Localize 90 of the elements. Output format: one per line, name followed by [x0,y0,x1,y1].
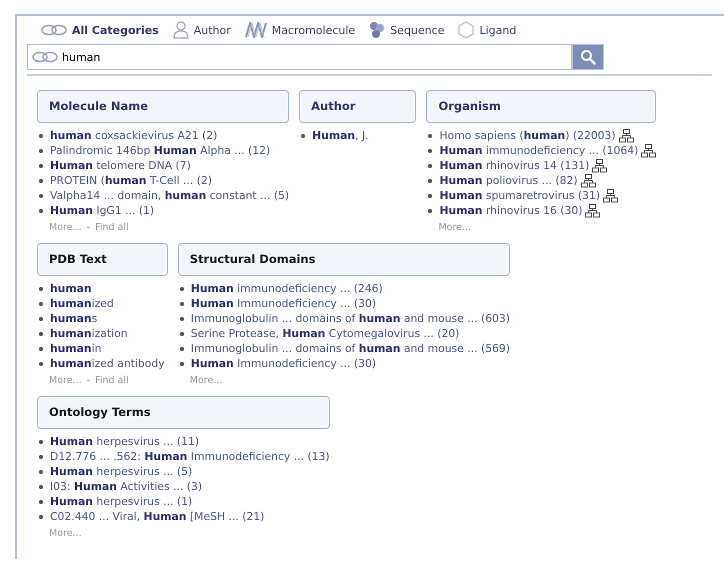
result-link[interactable]: Valpha14 ... domain, human constant ... (5) [50,188,290,203]
tree-icon[interactable] [592,158,608,172]
hexagon-icon [458,21,474,39]
section-header: Author [299,90,416,123]
category-tab[interactable]: Macromolecule [244,22,356,38]
result-link[interactable]: Human herpesvirus ... (5) [50,464,192,479]
section-header: Structural Domains [178,243,510,276]
result-link[interactable]: Serine Protease, Human Cytomegalovirus ... (20) [190,326,460,341]
result-link[interactable]: human [50,281,92,296]
bullet-icon [428,164,432,168]
bullet-icon [301,134,306,138]
section-header: PDB Text [37,243,168,276]
rings-icon [41,24,67,36]
person-icon [172,21,189,39]
category-tab[interactable]: Ligand [458,21,516,39]
bullet-icon [39,208,43,212]
search-icon [580,49,596,65]
bullet-icon [39,346,43,350]
bullet-icon [39,514,43,518]
bullet-icon [428,208,432,212]
search-field[interactable]: human [27,44,572,70]
result-link[interactable]: Human Immunodeficiency ... (30) [190,296,376,311]
bullet-icon [39,178,43,182]
bullet-icon [39,470,43,474]
result-link[interactable]: humanized antibody [50,356,165,371]
bullet-icon [180,316,184,320]
result-link[interactable]: Human herpesvirus ... (11) [50,434,200,449]
bullet-icon [39,500,43,504]
bullet-icon [428,194,432,198]
result-link[interactable]: humanin [50,341,102,356]
result-link[interactable]: PROTEIN (human T-Cell ... (2) [50,173,212,188]
result-link[interactable]: Human rhinovirus 16 (30) [439,203,582,218]
category-tab[interactable]: Sequence [369,21,444,39]
bullet-icon [39,148,43,152]
section-header: Molecule Name [37,90,290,123]
result-link[interactable]: Human immunodeficiency ... (1064) [439,143,638,158]
rings-icon [32,51,58,63]
result-link[interactable]: Human herpesvirus ... (1) [50,494,192,509]
beads-icon [369,21,386,39]
tree-icon[interactable] [603,188,618,202]
bullet-icon [39,440,43,444]
bullet-icon [180,362,184,366]
result-link[interactable]: Human spumaretrovirus (31) [439,188,600,203]
bullet-icon [39,134,43,138]
result-link[interactable]: Human, J. [312,128,369,143]
bullet-icon [39,302,43,306]
result-link[interactable]: Immunoglobulin ... domains of human and mouse ... (569) [190,341,510,356]
bullet-icon [39,316,43,320]
separator: - [86,375,90,386]
result-link[interactable]: Human IgG1 ... (1) [50,203,154,218]
bullet-icon [428,178,432,182]
section-header: Ontology Terms [37,396,330,429]
result-link[interactable]: humanized [50,296,114,311]
result-link[interactable]: D12.776 ... .562: Human Immunodeficiency ... (13) [50,449,330,464]
tree-icon[interactable] [585,204,600,218]
search-button[interactable] [572,44,604,70]
tree-icon[interactable] [641,144,656,158]
result-link[interactable]: Human immunodeficiency ... (246) [190,281,383,296]
result-link[interactable]: Homo sapiens (human) (22003) [439,128,616,143]
result-link[interactable]: Human rhinovirus 14 (131) [439,158,590,173]
bullet-icon [39,194,43,198]
category-tab[interactable]: All Categories [41,24,159,36]
bullet-icon [180,346,184,350]
tree-icon[interactable] [618,128,634,142]
tree-icon[interactable] [580,174,596,188]
bullet-icon [180,286,184,290]
result-link[interactable]: humanization [50,326,128,341]
bullet-icon [180,302,184,306]
result-link[interactable]: Immunoglobulin ... domains of human and mouse ... (603) [190,311,510,326]
result-link[interactable]: C02.440 ... Viral, Human [MeSH ... (21) [50,509,264,524]
category-tab[interactable]: Author [172,21,231,39]
section-header: Organism [426,90,656,123]
result-link[interactable]: human coxsackievirus A21 (2) [50,128,218,143]
bullet-icon [39,454,43,458]
result-link[interactable]: humans [50,311,98,326]
bullet-icon [39,332,43,336]
result-link[interactable]: Human Immunodeficiency ... (30) [190,356,376,371]
bullet-icon [428,148,432,152]
separator: - [86,222,90,233]
result-link[interactable]: Human telomere DNA (7) [50,158,191,173]
bullet-icon [39,164,43,168]
bullet-icon [428,134,432,138]
result-link[interactable]: Human poliovirus ... (82) [439,173,578,188]
helix-icon [244,22,267,38]
bullet-icon [180,332,184,336]
bullet-icon [39,362,43,366]
bullet-icon [39,484,43,488]
result-link[interactable]: Palindromic 146bp Human Alpha ... (12) [50,143,270,158]
bullet-icon [39,286,43,290]
result-link[interactable]: I03: Human Activities ... (3) [50,479,202,494]
